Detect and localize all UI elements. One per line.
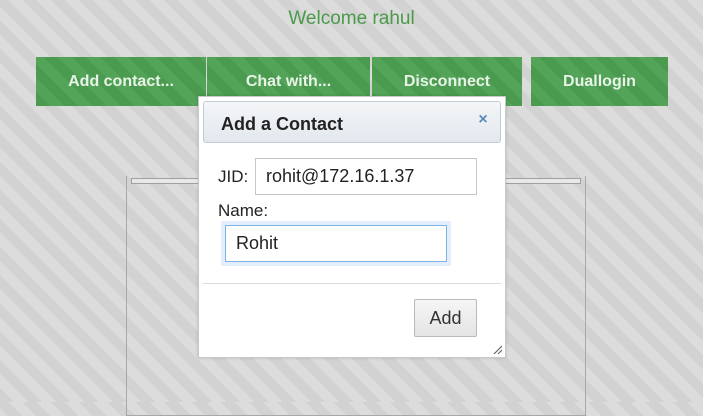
dialog-divider	[203, 283, 501, 284]
close-icon[interactable]: ×	[476, 112, 490, 128]
name-input[interactable]	[225, 225, 447, 262]
resize-handle-icon[interactable]	[492, 344, 502, 354]
add-button[interactable]: Add	[414, 299, 477, 337]
add-contact-button[interactable]: Add contact...	[36, 57, 206, 106]
add-contact-dialog: Add a Contact × JID: Name: Add	[198, 96, 506, 358]
welcome-text: Welcome rahul	[288, 8, 415, 29]
jid-input[interactable]	[255, 158, 477, 195]
jid-label: JID:	[218, 167, 249, 186]
name-label: Name:	[218, 201, 269, 220]
dialog-titlebar[interactable]: Add a Contact ×	[203, 101, 501, 143]
duallogin-button[interactable]: Duallogin	[531, 57, 668, 106]
dialog-title: Add a Contact	[221, 114, 344, 134]
